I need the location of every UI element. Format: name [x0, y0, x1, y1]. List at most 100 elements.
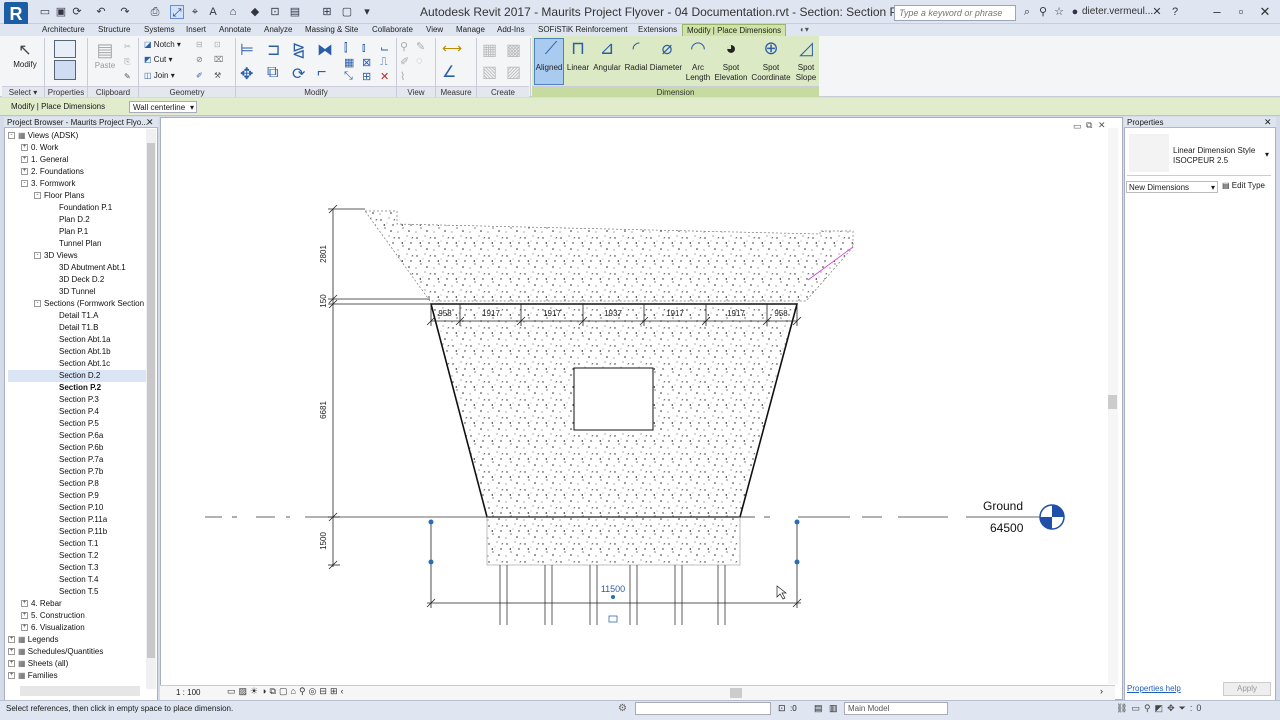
- switch-windows-icon[interactable]: ▤: [288, 5, 302, 19]
- tab-systems[interactable]: Systems: [144, 24, 175, 36]
- tree-item[interactable]: Section P.5: [8, 418, 146, 430]
- dim-top-2[interactable]: 1917: [482, 309, 500, 318]
- reveal-hidden-icon[interactable]: ◎: [309, 686, 320, 696]
- pin-icon[interactable]: ⊠: [362, 56, 371, 69]
- tree-item[interactable]: Section P.2: [8, 382, 146, 394]
- level-name[interactable]: Ground: [983, 499, 1023, 513]
- tree-item[interactable]: +0. Work: [8, 142, 146, 154]
- exchange-icon[interactable]: ✕: [1150, 5, 1164, 19]
- unpin-icon[interactable]: ⊞: [362, 70, 371, 83]
- lock-icon[interactable]: ⎍: [380, 56, 388, 69]
- aligned-dimension-qat-icon[interactable]: ⤢: [170, 5, 184, 19]
- paste-button[interactable]: ▤ Paste: [92, 40, 118, 84]
- dim-height-deck[interactable]: 2801: [319, 245, 328, 263]
- minimize-button[interactable]: –: [1206, 4, 1228, 20]
- subscription-icon[interactable]: ⚲: [1036, 5, 1050, 19]
- create-parts-icon[interactable]: ▩: [506, 40, 521, 60]
- match-properties-icon[interactable]: ✎: [124, 72, 131, 81]
- properties-help-link[interactable]: Properties help: [1127, 684, 1181, 693]
- trim-extend-icon[interactable]: ⌙: [380, 42, 389, 55]
- tree-item[interactable]: Section P.4: [8, 406, 146, 418]
- create-assembly-icon[interactable]: ▦: [482, 40, 497, 60]
- scale-icon[interactable]: ⤡: [344, 70, 353, 83]
- design-option-select[interactable]: Main Model: [844, 702, 948, 715]
- dim-top-1[interactable]: 958: [438, 309, 452, 318]
- radial-dim-icon[interactable]: ◜: [624, 38, 648, 59]
- tree-item[interactable]: Section Abt.1b: [8, 346, 146, 358]
- tree-item[interactable]: Section P.11a: [8, 514, 146, 526]
- align-icon[interactable]: ⊨: [240, 40, 254, 60]
- measure-along-icon[interactable]: ∠: [442, 62, 456, 82]
- tree-item[interactable]: Section T.5: [8, 586, 146, 598]
- collapse-icon[interactable]: -: [34, 300, 41, 308]
- type-selector[interactable]: Linear Dimension Style ISOCPEUR 2.5 ▾: [1127, 132, 1271, 176]
- view-range-icon[interactable]: ⌇: [400, 70, 405, 83]
- deck-section[interactable]: [364, 210, 854, 302]
- tab-add-ins[interactable]: Add-Ins: [497, 24, 525, 36]
- drag-elements-icon[interactable]: ✥: [1167, 703, 1179, 713]
- tree-item[interactable]: - Sections (Formwork Section: [8, 298, 146, 310]
- copy-clipboard-icon[interactable]: ⎘: [124, 57, 130, 67]
- tag-icon[interactable]: A: [206, 5, 220, 19]
- edit-type-button[interactable]: ▤ Edit Type: [1222, 181, 1265, 190]
- tree-item[interactable]: + ▦ Schedules/Quantities: [8, 646, 146, 658]
- tree-item[interactable]: Section P.7b: [8, 466, 146, 478]
- angular-dim-icon[interactable]: ⊿: [594, 38, 620, 59]
- tab-insert[interactable]: Insert: [186, 24, 206, 36]
- expand-icon[interactable]: +: [21, 600, 28, 608]
- show-crop-icon[interactable]: ▢: [279, 686, 291, 696]
- wall-joins-icon[interactable]: ⊡: [214, 40, 221, 49]
- dim-top-7[interactable]: 958: [774, 309, 788, 318]
- temp-hide-icon[interactable]: ⚲: [299, 686, 309, 696]
- override-graphics-icon[interactable]: ✎: [416, 40, 425, 53]
- collapse-icon[interactable]: -: [8, 132, 15, 140]
- measure-icon[interactable]: ⌖: [188, 5, 202, 19]
- tree-item[interactable]: +2. Foundations: [8, 166, 146, 178]
- level-elevation[interactable]: 64500: [990, 521, 1024, 535]
- tab-view[interactable]: View: [426, 24, 443, 36]
- tree-item[interactable]: Plan D.2: [8, 214, 146, 226]
- footing-section[interactable]: [486, 516, 741, 566]
- select-halftone-icon[interactable]: ◌: [416, 55, 423, 67]
- dim-top-6[interactable]: 1917: [727, 309, 745, 318]
- shadows-icon[interactable]: ◑: [261, 686, 269, 696]
- tree-item[interactable]: Section P.3: [8, 394, 146, 406]
- modify-button[interactable]: ↖ Modify: [10, 40, 40, 80]
- expand-icon[interactable]: +: [8, 660, 15, 668]
- spot-slope-icon[interactable]: ◿: [794, 38, 818, 59]
- expand-icon[interactable]: +: [21, 144, 28, 152]
- measure-between-icon[interactable]: ⟷: [442, 40, 462, 57]
- instance-filter-select[interactable]: New Dimensions ▾: [1126, 181, 1218, 193]
- collapse-icon[interactable]: -: [21, 180, 28, 188]
- tab-structure[interactable]: Structure: [98, 24, 130, 36]
- hscroll-right-icon[interactable]: ›: [1100, 686, 1103, 696]
- properties-close-icon[interactable]: ✕: [1264, 117, 1272, 128]
- binoculars-icon[interactable]: ⌕: [1020, 5, 1034, 19]
- panel-label-select[interactable]: Select ▾: [2, 86, 44, 97]
- tree-item[interactable]: Section P.6b: [8, 442, 146, 454]
- tab-manage[interactable]: Manage: [456, 24, 485, 36]
- tree-item[interactable]: Section P.9: [8, 490, 146, 502]
- close-hidden-icon[interactable]: ⊡: [268, 5, 282, 19]
- tree-item[interactable]: +4. Rebar: [8, 598, 146, 610]
- tree-item[interactable]: 3D Deck D.2: [8, 274, 146, 286]
- tree-item[interactable]: 3D Abutment Abt.1: [8, 262, 146, 274]
- tree-item[interactable]: Section Abt.1a: [8, 334, 146, 346]
- demolish-icon[interactable]: ⌧: [214, 55, 223, 64]
- tree-item[interactable]: Section P.8: [8, 478, 146, 490]
- select-pinned-icon[interactable]: ⚲: [1144, 703, 1155, 713]
- split-gap-icon[interactable]: ⫾: [362, 42, 366, 55]
- mirror-axis-icon[interactable]: ⧎: [292, 40, 305, 60]
- dim-top-3[interactable]: 1917: [543, 309, 561, 318]
- expand-icon[interactable]: +: [21, 624, 28, 632]
- tree-item[interactable]: -3D Views: [8, 250, 146, 262]
- filter-icon[interactable]: ⏷: [1179, 703, 1190, 713]
- paint-icon[interactable]: ✐: [196, 71, 203, 80]
- user-name[interactable]: dieter.vermeul...: [1082, 6, 1153, 17]
- redo-icon[interactable]: ↷: [118, 5, 132, 19]
- view-scale[interactable]: 1 : 100: [176, 688, 200, 697]
- angular-label[interactable]: Angular: [592, 63, 622, 72]
- section-drawing[interactable]: Ground 64500 2801 150 6681 1500 958 1917…: [160, 117, 1110, 685]
- split-icon[interactable]: ⫿: [344, 42, 348, 55]
- tree-item[interactable]: Detail T1.B: [8, 322, 146, 334]
